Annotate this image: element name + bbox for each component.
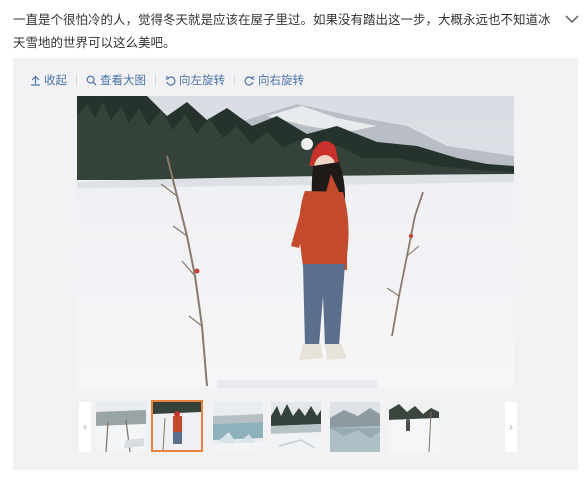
collapse-button[interactable]: 收起 [30,72,67,88]
divider [234,75,235,85]
thumbnail-person-in-snow[interactable] [389,402,439,452]
divider [76,75,77,85]
collapse-label: 收起 [44,73,67,87]
image-toolbar: 收起 查看大图 向左旋转 向右旋转 [30,72,304,88]
divider [155,75,156,85]
thumbnail-ice-blocks-lake[interactable] [213,402,263,452]
prev-arrow[interactable]: ‹ [79,402,91,452]
media-box: 收起 查看大图 向左旋转 向右旋转 ‹ › [13,58,578,470]
thumbnail-girl-red-sweater[interactable] [151,400,203,452]
magnifier-icon [86,75,97,85]
rotate-left-button[interactable]: 向左旋转 [165,72,225,88]
post-text: 一直是个很怕冷的人，觉得冬天就是应该在屋子里过。如果没有踏出这一步，大概永远也不… [13,12,551,50]
main-photo[interactable] [77,96,514,388]
thumbnail-strip: ‹ › [79,400,517,456]
view-large-button[interactable]: 查看大图 [86,72,146,88]
rotate-right-button[interactable]: 向右旋转 [244,72,304,88]
view-large-label: 查看大图 [100,73,146,87]
rotate-left-label: 向左旋转 [179,73,225,87]
thumbnail-lake-reflection[interactable] [330,402,380,452]
thumbnail-frozen-shore-forest[interactable] [271,402,321,452]
chevron-down-icon[interactable] [565,10,579,24]
rotate-right-icon [244,75,255,86]
next-arrow[interactable]: › [505,402,517,452]
rotate-left-icon [165,75,176,86]
collapse-up-icon [31,75,40,86]
thumbnail-snow-field-trees[interactable] [96,402,146,452]
rotate-right-label: 向右旋转 [258,73,304,87]
